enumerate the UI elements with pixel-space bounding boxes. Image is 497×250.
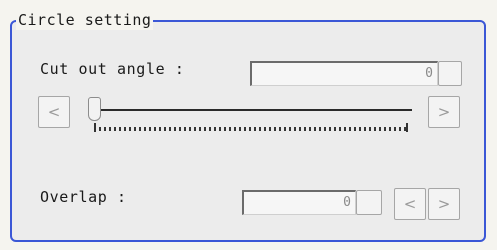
overlap-menu-button[interactable] <box>356 190 382 215</box>
chevron-left-icon: < <box>47 103 61 121</box>
cut-out-angle-slider-thumb[interactable] <box>88 97 101 121</box>
chevron-right-icon: > <box>437 103 451 121</box>
overlap-decrement-button[interactable]: < <box>394 188 426 220</box>
slider-decrement-button[interactable]: < <box>38 96 70 128</box>
chevron-left-icon: < <box>403 195 417 213</box>
group-title: Circle setting <box>16 10 154 30</box>
slider-increment-button[interactable]: > <box>428 96 460 128</box>
slider-ticks <box>94 127 408 131</box>
cut-out-angle-value-field[interactable]: 0 <box>250 61 438 86</box>
overlap-label: Overlap : <box>40 188 127 206</box>
chevron-right-icon: > <box>437 195 451 213</box>
cut-out-angle-label: Cut out angle : <box>40 60 185 78</box>
cut-out-angle-menu-button[interactable] <box>438 61 462 86</box>
overlap-increment-button[interactable]: > <box>428 188 460 220</box>
overlap-value-field[interactable]: 0 <box>242 190 356 215</box>
cut-out-angle-slider-track[interactable] <box>92 109 412 111</box>
